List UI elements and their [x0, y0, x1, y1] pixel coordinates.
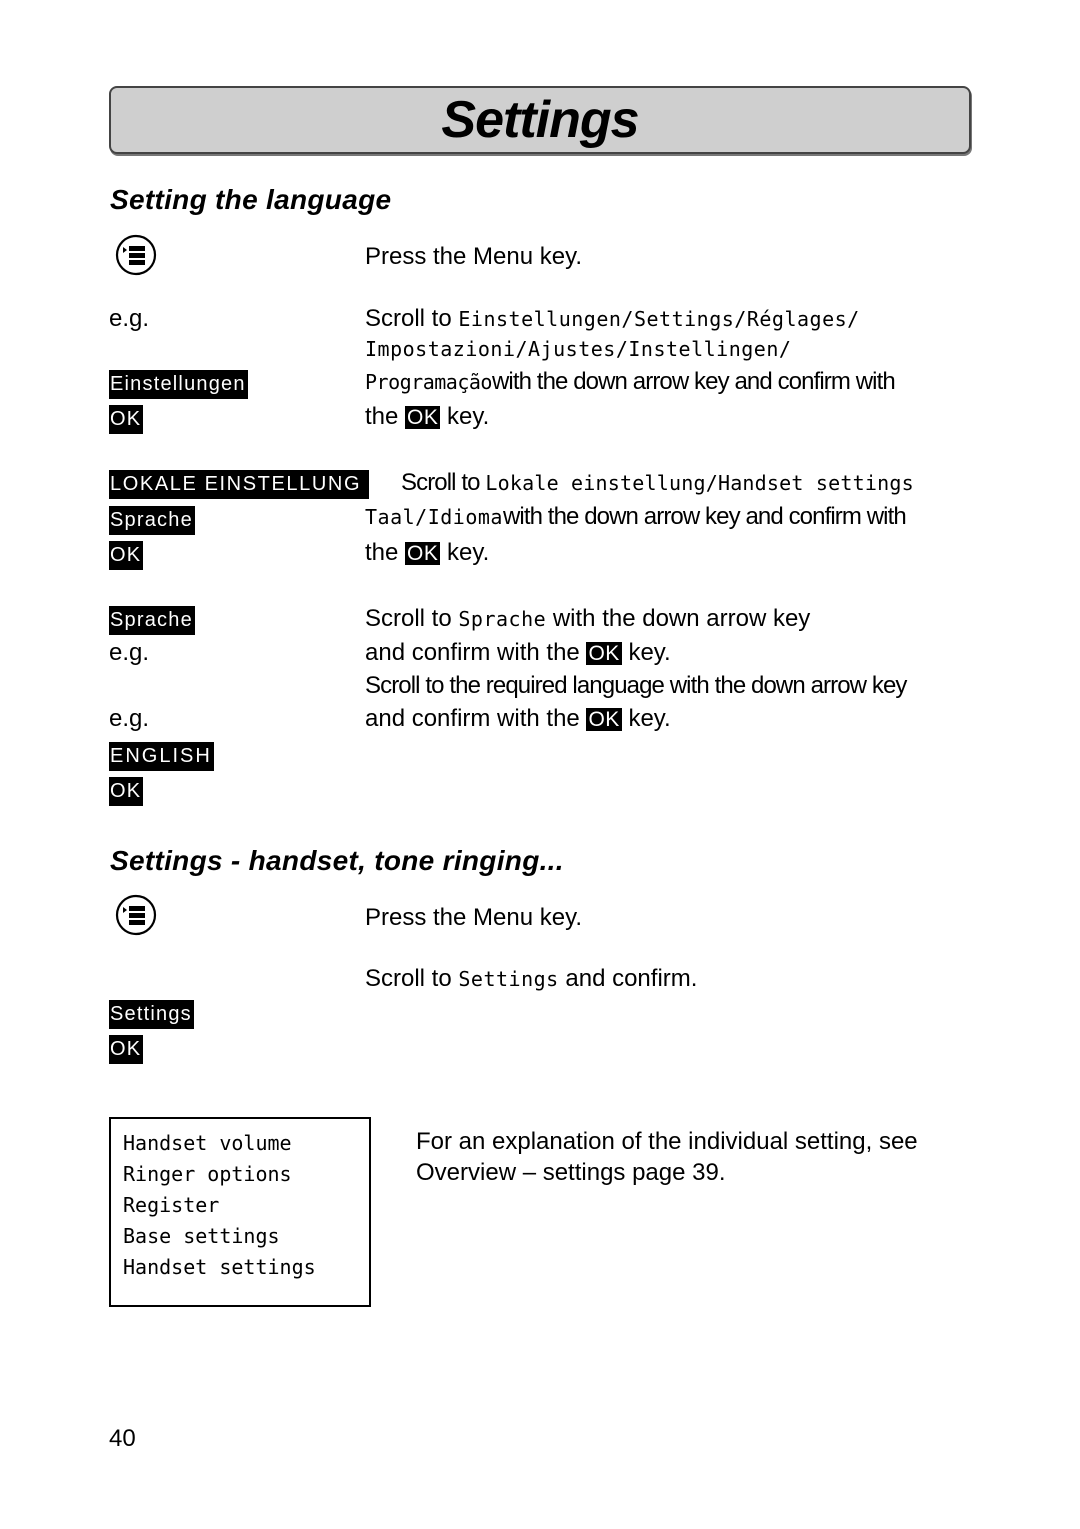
step-scroll-sprache-line2: and confirm with the OK key. — [365, 636, 671, 670]
step-scroll-settings-line1: Scroll to Einstellungen/Settings/Réglage… — [365, 302, 860, 336]
lcd-display-item: Sprache — [109, 606, 195, 635]
step-press-menu: Press the Menu key. — [365, 904, 582, 931]
explanation-note-line1: For an explanation of the individual set… — [416, 1128, 918, 1155]
display-sprache: Sprache — [109, 506, 195, 535]
ok-key-label: OK — [405, 406, 441, 429]
screen-menu-item: Register — [123, 1193, 220, 1217]
display-english: ENGLISH — [109, 742, 214, 771]
text: the — [365, 539, 406, 566]
text: and confirm with the — [365, 705, 587, 732]
display-ok: OK — [109, 405, 144, 434]
step-scroll-locale-line3: the OK key. — [365, 536, 489, 570]
step-scroll-locale-line2: Taal/Idiomawith the down arrow key and c… — [365, 500, 907, 534]
step-scroll-settings: Scroll to Settings and confirm. — [365, 962, 697, 996]
lcd-text: Lokale einstellung/Handset settings — [485, 471, 914, 495]
text: and confirm with the — [365, 639, 587, 666]
screen-menu-item: Ringer options — [123, 1162, 292, 1186]
text: key. — [440, 539, 490, 566]
lcd-display-item: OK — [109, 541, 144, 570]
text: with the down arrow key and confirm with — [491, 368, 896, 395]
text: the — [365, 403, 406, 430]
section-heading-handset-settings: Settings - handset, tone ringing... — [110, 845, 564, 876]
step-scroll-language: Scroll to the required language with the… — [365, 672, 907, 699]
text: key. — [621, 639, 671, 666]
text: key. — [440, 403, 490, 430]
lcd-text: Programação — [365, 370, 492, 394]
lcd-display-item: Sprache — [109, 506, 195, 535]
lcd-display-item: ENGLISH — [109, 742, 214, 771]
display-ok: OK — [109, 1035, 144, 1064]
lcd-display-item: OK — [109, 405, 144, 434]
text: Scroll to — [365, 965, 459, 992]
text: with the down arrow key and confirm with — [502, 503, 907, 530]
page-title-banner: Settings — [109, 86, 971, 154]
display-einstellungen: Einstellungen — [109, 370, 248, 399]
step-scroll-locale-line1: Scroll to Lokale einstellung/Handset set… — [401, 466, 914, 500]
ok-key-label: OK — [586, 642, 622, 665]
display-lokale-einstellung: LOKALE EINSTELLUNG — [109, 470, 370, 499]
text: Scroll to — [365, 605, 459, 632]
lcd-display-item: Settings — [109, 1000, 194, 1029]
ok-key-label: OK — [586, 708, 622, 731]
step-scroll-settings-line3: Programaçãowith the down arrow key and c… — [365, 365, 896, 399]
step-confirm-language: and confirm with the OK key. — [365, 702, 671, 736]
screen-menu-item: Base settings — [123, 1224, 280, 1248]
lcd-text: Sprache — [458, 607, 547, 631]
lcd-text: Taal/Idioma — [365, 505, 503, 529]
handset-screen: Handset volume Ringer options Register B… — [109, 1117, 371, 1307]
text: with the down arrow key — [546, 605, 811, 632]
text: and confirm. — [558, 965, 698, 992]
lcd-display-item: LOKALE EINSTELLUNG — [109, 470, 370, 499]
text: key. — [621, 705, 671, 732]
display-settings: Settings — [109, 1000, 194, 1029]
lcd-text: Settings — [458, 967, 559, 991]
page-title: Settings — [441, 91, 639, 149]
lcd-display-item: OK — [109, 777, 144, 806]
menu-key-icon — [115, 234, 157, 276]
section-heading-language: Setting the language — [110, 184, 392, 215]
ok-key-label: OK — [405, 542, 441, 565]
step-scroll-settings-line2: Impostazioni/Ajustes/Instellingen/ — [365, 337, 792, 361]
step-press-menu: Press the Menu key. — [365, 243, 582, 270]
eg-label: e.g. — [109, 639, 150, 666]
display-ok: OK — [109, 777, 144, 806]
menu-key-icon — [115, 894, 157, 936]
eg-label: e.g. — [109, 705, 150, 732]
screen-menu-item: Handset volume — [123, 1131, 292, 1155]
text: Scroll to — [401, 469, 486, 496]
lcd-display-item: Einstellungen — [109, 370, 248, 399]
page-number: 40 — [109, 1425, 136, 1452]
step-scroll-sprache-line1: Scroll to Sprache with the down arrow ke… — [365, 602, 810, 636]
explanation-note-line2: Overview – settings page 39. — [416, 1159, 726, 1186]
eg-label: e.g. — [109, 305, 150, 332]
screen-menu-item: Handset settings — [123, 1255, 316, 1279]
text: Scroll to — [365, 305, 459, 332]
lcd-text: Einstellungen/Settings/Réglages/ — [458, 307, 860, 331]
display-ok: OK — [109, 541, 144, 570]
display-sprache: Sprache — [109, 606, 195, 635]
step-scroll-settings-line4: the OK key. — [365, 400, 489, 434]
lcd-display-item: OK — [109, 1035, 144, 1064]
